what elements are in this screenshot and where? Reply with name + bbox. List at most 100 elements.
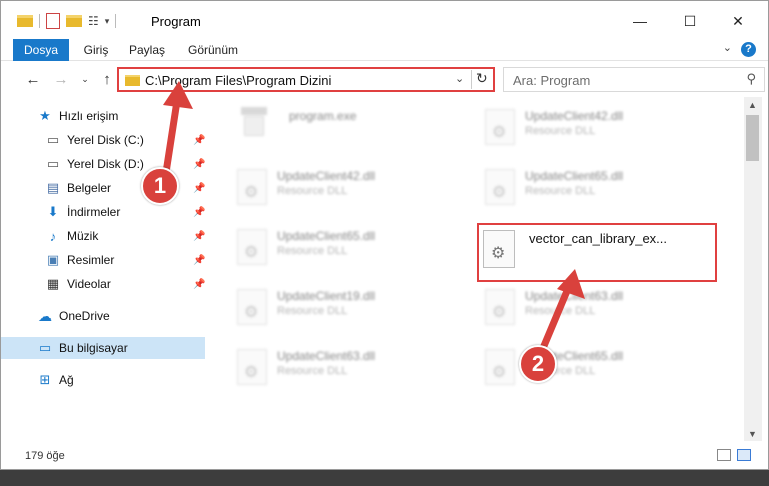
file-type: Resource DLL: [277, 185, 348, 197]
pin-icon[interactable]: 📌: [193, 231, 205, 242]
sidebar-item-local-disk-c[interactable]: ▭ Yerel Disk (C:) 📌: [1, 129, 206, 151]
sidebar-item-quick-access[interactable]: ★ Hızlı erişim: [1, 105, 205, 127]
chevron-down-icon[interactable]: ⌄: [455, 72, 464, 85]
title-bar: ☷ ▾ Program — ☐ ✕: [1, 1, 768, 39]
status-bar: 179 öğe: [1, 441, 768, 469]
sidebar-item-label: İndirmeler: [67, 205, 121, 219]
dll-file-icon: ⚙: [237, 229, 267, 265]
file-name: UpdateClient42.dll: [525, 109, 624, 123]
vertical-scrollbar[interactable]: ▲ ▼: [744, 97, 762, 441]
file-name: program.exe: [289, 109, 357, 123]
dll-file-icon: ⚙: [485, 109, 515, 145]
highlighted-file-name[interactable]: vector_can_library_ex...: [529, 231, 667, 246]
customize-chevron-icon[interactable]: ▾: [105, 16, 110, 27]
sidebar-item-local-disk-d[interactable]: ▭ Yerel Disk (D:) 📌: [1, 153, 206, 175]
desktop-background: [0, 470, 769, 486]
sidebar-item-network[interactable]: ⊞ Ağ: [1, 369, 205, 391]
tab-share[interactable]: Paylaş: [129, 39, 165, 61]
details-view-icon[interactable]: [717, 449, 731, 461]
tab-view[interactable]: Görünüm: [187, 39, 239, 61]
sidebar-item-onedrive[interactable]: ☁ OneDrive: [1, 305, 205, 327]
file-name: UpdateClient42.dll: [277, 169, 376, 183]
folder-icon: [125, 75, 140, 86]
folder-icon: [17, 15, 33, 27]
dll-file-icon: ⚙: [237, 169, 267, 205]
list-item[interactable]: ⚙ UpdateClient42.dll Resource DLL: [477, 105, 707, 155]
pin-icon[interactable]: 📌: [193, 279, 205, 290]
list-item[interactable]: ⚙ UpdateClient42.dll Resource DLL: [229, 165, 459, 215]
up-arrow-icon[interactable]: ↑: [97, 69, 117, 89]
pin-icon[interactable]: 📌: [193, 207, 205, 218]
properties-icon[interactable]: [46, 13, 60, 29]
tab-file[interactable]: Dosya: [13, 39, 69, 61]
star-icon: ★: [39, 108, 51, 123]
divider: [115, 14, 117, 28]
sidebar-item-downloads[interactable]: ⬇ İndirmeler 📌: [1, 201, 206, 223]
list-item[interactable]: ⚙ UpdateClient63.dll Resource DLL: [477, 285, 707, 335]
drive-icon: ▭: [46, 156, 60, 171]
explorer-window: ☷ ▾ Program — ☐ ✕ Dosya Giriş Paylaş Gör…: [0, 0, 769, 470]
address-bar[interactable]: C:\Program Files\Program Dizini ⌄ ↻: [117, 67, 495, 92]
help-icon[interactable]: ?: [741, 42, 756, 57]
navigation-pane: ★ Hızlı erişim ▭ Yerel Disk (C:) 📌 ▭ Yer…: [1, 97, 209, 441]
pin-icon[interactable]: 📌: [193, 159, 205, 170]
pin-icon[interactable]: 📌: [193, 183, 205, 194]
dll-file-icon: ⚙: [485, 169, 515, 205]
documents-icon: ▤: [46, 180, 60, 195]
sidebar-item-label: Yerel Disk (D:): [67, 157, 144, 171]
minimize-button[interactable]: —: [617, 7, 663, 35]
list-item[interactable]: ⚙ UpdateClient65.dll Resource DLL: [477, 165, 707, 215]
ribbon-expand-icon[interactable]: ⌄: [723, 41, 732, 54]
sidebar-item-label: Yerel Disk (C:): [67, 133, 144, 147]
file-type: Resource DLL: [277, 365, 348, 377]
divider: [471, 70, 472, 89]
dll-file-icon: ⚙: [483, 230, 515, 268]
list-item[interactable]: program.exe: [241, 105, 471, 155]
sidebar-item-pictures[interactable]: ▣ Resimler 📌: [1, 249, 206, 271]
recent-locations-icon[interactable]: ⌄: [75, 69, 95, 89]
scroll-down-icon[interactable]: ▼: [748, 429, 757, 439]
videos-icon: ▦: [46, 276, 60, 291]
scroll-up-icon[interactable]: ▲: [748, 100, 757, 110]
file-name: UpdateClient65.dll: [525, 169, 624, 183]
file-name: UpdateClient65.dll: [277, 229, 376, 243]
sidebar-item-videos[interactable]: ▦ Videolar 📌: [1, 273, 206, 295]
drive-icon: ▭: [46, 132, 60, 147]
refresh-icon[interactable]: ↻: [476, 70, 488, 87]
list-item[interactable]: ⚙ UpdateClient63.dll Resource DLL: [229, 345, 459, 395]
dll-file-icon: ⚙: [237, 289, 267, 325]
dll-file-icon: ⚙: [237, 349, 267, 385]
address-path[interactable]: C:\Program Files\Program Dizini: [145, 73, 331, 88]
downloads-icon: ⬇: [47, 204, 59, 219]
file-name: UpdateClient19.dll: [277, 289, 376, 303]
search-icon[interactable]: ⚲: [746, 71, 756, 87]
search-input[interactable]: Ara: Program ⚲: [503, 67, 765, 92]
close-button[interactable]: ✕: [715, 7, 761, 35]
pictures-icon: ▣: [46, 252, 60, 267]
sidebar-item-label: Bu bilgisayar: [59, 341, 128, 355]
file-type: Resource DLL: [277, 305, 348, 317]
sidebar-item-label: Resimler: [67, 253, 115, 267]
back-arrow-icon[interactable]: ←: [23, 69, 43, 89]
pin-icon[interactable]: 📌: [193, 255, 205, 266]
maximize-button[interactable]: ☐: [667, 7, 713, 35]
sidebar-item-label: Hızlı erişim: [59, 109, 119, 123]
sidebar-item-label: Belgeler: [67, 181, 112, 195]
sidebar-item-this-pc[interactable]: ▭ Bu bilgisayar: [1, 337, 205, 359]
sidebar-item-label: Müzik: [67, 229, 99, 243]
file-type: Resource DLL: [277, 245, 348, 257]
view-icon[interactable]: ☷: [88, 14, 99, 28]
pin-icon[interactable]: 📌: [193, 135, 205, 146]
sidebar-item-music[interactable]: ♪ Müzik 📌: [1, 225, 206, 247]
large-icons-view-icon[interactable]: [737, 449, 751, 461]
list-item[interactable]: ⚙ UpdateClient65.dll Resource DLL: [477, 345, 707, 395]
callout-badge-2: 2: [519, 345, 557, 383]
file-type: Resource DLL: [525, 125, 596, 137]
list-item[interactable]: ⚙ UpdateClient19.dll Resource DLL: [229, 285, 459, 335]
tab-home[interactable]: Giriş: [81, 39, 111, 61]
new-folder-icon[interactable]: [66, 15, 82, 27]
list-item[interactable]: ⚙ UpdateClient65.dll Resource DLL: [229, 225, 459, 275]
scrollbar-thumb[interactable]: [746, 115, 759, 161]
network-icon: ⊞: [39, 372, 51, 387]
forward-arrow-icon[interactable]: →: [51, 69, 71, 89]
